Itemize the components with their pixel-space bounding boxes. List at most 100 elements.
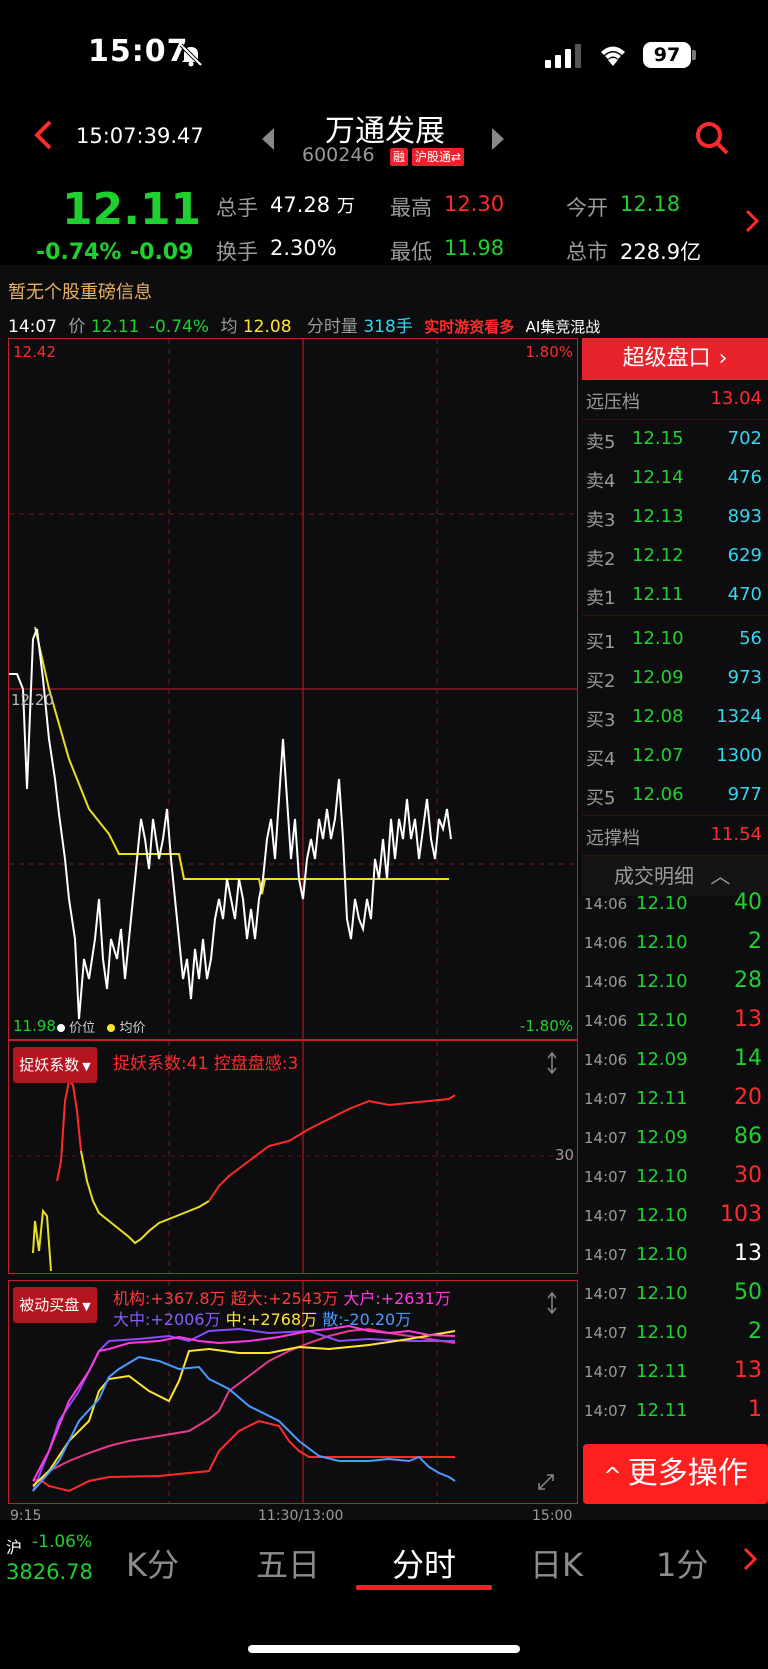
flow-medium: 中:+2768万	[225, 1310, 318, 1329]
notice-text[interactable]: 暂无个股重磅信息	[8, 278, 152, 304]
index-name: 沪	[6, 1538, 23, 1557]
bid-volume: 977	[727, 784, 762, 805]
info-pct: -0.74%	[148, 317, 210, 337]
trade-time: 14:06	[584, 1012, 628, 1030]
indicator2-button[interactable]: 被动买盘 ▼	[13, 1287, 97, 1323]
quote-mktcap: 228.9亿	[620, 240, 702, 264]
trade-price: 12.10	[636, 971, 688, 992]
flow-big-medium: 大中:+2006万	[113, 1310, 221, 1329]
caret-down-icon: ▼	[82, 1060, 91, 1073]
hot-money-link[interactable]: 实时游资看多	[424, 318, 514, 336]
quote-high: 12.30	[444, 192, 505, 216]
indicator1-button[interactable]: 捉妖系数 ▼	[13, 1047, 97, 1083]
ask-price: 12.14	[632, 467, 684, 488]
trade-row: 14:07 12.11 20	[582, 1080, 768, 1119]
bid-volume: 973	[727, 667, 762, 688]
tab-k-minute[interactable]: K分	[126, 1540, 179, 1586]
ask-row-5[interactable]: 卖5 12.15 702	[582, 420, 768, 459]
next-stock-icon[interactable]	[490, 126, 506, 152]
bid-row-3[interactable]: 买3 12.08 1324	[582, 698, 768, 737]
trade-time: 14:07	[584, 1207, 628, 1225]
index-value: 3826.78	[6, 1560, 93, 1584]
trade-row: 14:07 12.09 86	[582, 1119, 768, 1158]
tab-daily-k[interactable]: 日K	[530, 1540, 583, 1586]
bid-volume: 1300	[716, 745, 762, 766]
chart-mid-label: 12.20	[11, 691, 54, 709]
tab-intraday[interactable]: 分时	[392, 1540, 456, 1586]
bid-row-1[interactable]: 买1 12.10 56	[582, 620, 768, 659]
quote-label-low: 最低	[390, 240, 432, 264]
trade-time: 14:07	[584, 1324, 628, 1342]
trade-volume: 30	[734, 1163, 762, 1188]
home-indicator	[248, 1645, 520, 1653]
indicator1-level: 30	[555, 1146, 575, 1164]
margin-badge: 融	[390, 148, 408, 166]
ask-label: 卖4	[586, 471, 616, 492]
legend-price: 价位	[69, 1021, 96, 1036]
trade-volume: 13	[734, 1007, 762, 1032]
trade-price: 12.11	[636, 1361, 688, 1382]
bid-row-2[interactable]: 买2 12.09 973	[582, 659, 768, 698]
trade-row: 14:07 12.10 2	[582, 1314, 768, 1353]
ask-volume: 893	[727, 506, 762, 527]
info-price: 12.11	[90, 317, 140, 337]
quote-low: 11.98	[444, 236, 505, 260]
far-ask-price: 13.04	[710, 388, 762, 409]
trade-time: 14:06	[584, 934, 628, 952]
trade-time: 14:06	[584, 1051, 628, 1069]
search-icon[interactable]	[694, 120, 730, 156]
price-chart[interactable]: 12.42 1.80% 12.20 11.98 价位 均价 -1.80%	[8, 338, 578, 1040]
ask-label: 卖3	[586, 510, 616, 531]
chevron-right-icon[interactable]	[744, 208, 760, 234]
battery-indicator: 97	[643, 42, 691, 68]
bid-row-4[interactable]: 买4 12.07 1300	[582, 737, 768, 776]
quote-label-open: 今开	[566, 196, 608, 220]
axis-start: 9:15	[10, 1508, 42, 1524]
chevron-right-icon[interactable]	[742, 1546, 758, 1572]
trade-price: 12.11	[636, 1088, 688, 1109]
bid-volume: 56	[739, 628, 762, 649]
ai-auction-link[interactable]: AI集竞混战	[526, 318, 601, 336]
prev-stock-icon[interactable]	[260, 126, 276, 152]
trade-row: 14:06 12.10 40	[582, 885, 768, 924]
resize-icon[interactable]	[545, 1051, 559, 1075]
super-orderbook-button[interactable]: 超级盘口 ›	[582, 338, 768, 380]
ask-row-3[interactable]: 卖3 12.13 893	[582, 498, 768, 537]
bid-row-5[interactable]: 买5 12.06 977	[582, 776, 768, 816]
change-value: -0.09	[130, 240, 194, 265]
trade-price: 12.09	[636, 1127, 688, 1148]
change-percent: -0.74%	[36, 240, 122, 265]
indicator2-chart[interactable]: 被动买盘 ▼ 机构:+367.8万 超大:+2543万 大户:+2631万 大中:…	[8, 1280, 578, 1504]
wifi-icon	[596, 42, 630, 68]
ask-volume: 470	[727, 584, 762, 605]
indicator1-chart[interactable]: 捉妖系数 ▼ 捉妖系数:41 控盘盘感:3 30	[8, 1040, 578, 1274]
back-icon[interactable]	[30, 118, 56, 152]
resize-icon[interactable]	[545, 1291, 559, 1315]
trade-row: 14:06 12.10 28	[582, 963, 768, 1002]
mute-bell-icon	[178, 42, 204, 68]
ask-row-1[interactable]: 卖1 12.11 470	[582, 576, 768, 616]
battery-level: 97	[653, 44, 681, 66]
indicator2-button-label: 被动买盘	[19, 1296, 80, 1314]
info-avg-label: 均	[220, 317, 238, 337]
tab-one-minute[interactable]: 1分	[656, 1540, 708, 1586]
indicator1-button-label: 捉妖系数	[19, 1056, 80, 1074]
index-pct: -1.06%	[32, 1532, 93, 1552]
expand-icon[interactable]	[537, 1473, 555, 1491]
more-actions-button[interactable]: ^ 更多操作	[583, 1444, 768, 1504]
trade-volume: 86	[734, 1124, 762, 1149]
ask-volume: 476	[727, 467, 762, 488]
chart-high-pct: 1.80%	[525, 343, 573, 361]
trade-price: 12.10	[636, 1322, 688, 1343]
ask-row-4[interactable]: 卖4 12.14 476	[582, 459, 768, 498]
ask-row-2[interactable]: 卖2 12.12 629	[582, 537, 768, 576]
tab-five-day[interactable]: 五日	[256, 1540, 320, 1586]
trade-time: 14:07	[584, 1402, 628, 1420]
quote-turnover: 2.30%	[270, 236, 337, 260]
trade-volume: 28	[734, 968, 762, 993]
ask-label: 卖5	[586, 432, 616, 453]
trade-volume: 14	[734, 1046, 762, 1071]
legend-avg-dot	[107, 1024, 116, 1032]
chevron-right-icon: ›	[718, 346, 728, 371]
bid-price: 12.08	[632, 706, 684, 727]
